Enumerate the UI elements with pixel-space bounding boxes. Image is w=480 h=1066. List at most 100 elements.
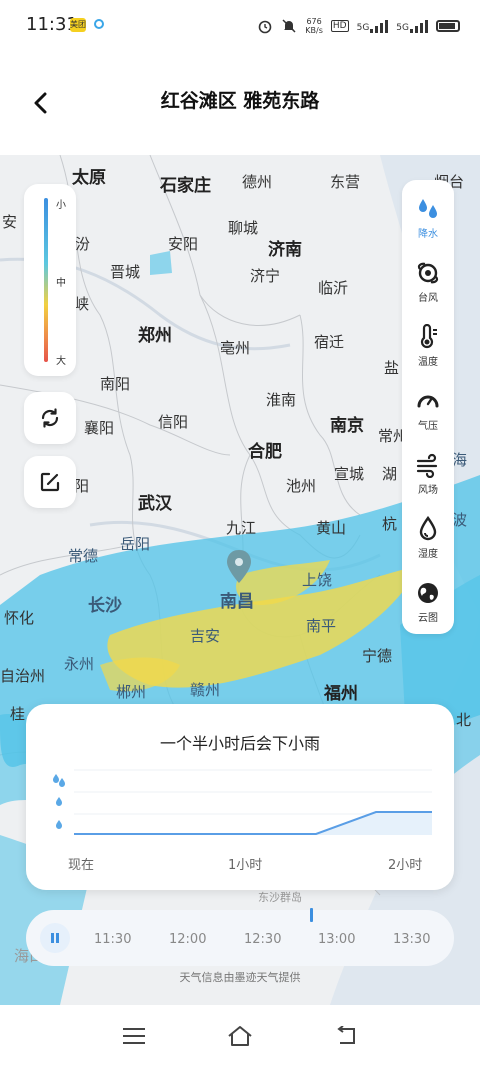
- legend-small: 小: [56, 200, 66, 211]
- layer-precipitation[interactable]: 降水: [402, 190, 454, 246]
- forecast-card: 一个半小时后会下小雨 现在 1小时 2小时: [26, 704, 454, 890]
- city-label: 临沂: [318, 279, 349, 297]
- city-label: 安阳: [168, 235, 199, 253]
- city-label: 长沙: [88, 596, 122, 616]
- axis-label-1h: 1小时: [228, 858, 263, 873]
- city-label: 东沙群岛: [258, 891, 302, 904]
- city-label: 信阳: [158, 413, 189, 431]
- net-speed-unit: KB/s: [305, 26, 323, 35]
- precipitation-curve: [74, 812, 432, 835]
- battery-icon: [436, 20, 460, 32]
- city-label: 聊城: [228, 219, 259, 237]
- data-provider-text: 天气信息由墨迹天气提供: [179, 971, 301, 984]
- layer-cloud-map[interactable]: 云图: [402, 574, 454, 630]
- refresh-icon: [41, 408, 59, 428]
- city-label: 亳州: [220, 339, 251, 357]
- city-label: 波: [452, 511, 468, 529]
- city-label: 黄山: [316, 519, 347, 537]
- precipitation-legend: 小 中 大: [24, 184, 76, 376]
- timeline-time: 11:30: [94, 932, 132, 947]
- status-bar: 11:31 美团 676 KB/s HD 5G 5G: [0, 0, 480, 56]
- humidity-icon: [419, 516, 437, 541]
- city-label: 上饶: [302, 571, 333, 589]
- city-label: 南平: [306, 617, 337, 635]
- city-label: 济南: [268, 240, 302, 260]
- layer-temperature[interactable]: 温度: [402, 318, 454, 374]
- sim2-signal: 5G: [396, 19, 428, 33]
- city-label: 湖: [382, 465, 398, 483]
- city-label: 宿迁: [314, 333, 345, 351]
- net-speed-value: 676: [306, 17, 322, 26]
- city-label: 合肥: [248, 442, 282, 462]
- layer-label: 温度: [418, 357, 438, 368]
- legend-medium: 中: [56, 278, 66, 289]
- alarm-icon: [258, 20, 272, 34]
- hd-badge: HD: [330, 20, 349, 32]
- layer-label: 台风: [418, 293, 438, 304]
- layer-label: 湿度: [418, 549, 438, 560]
- city-label: 南阳: [100, 375, 131, 393]
- layer-wind[interactable]: 风场: [402, 446, 454, 502]
- menu-button[interactable]: [114, 1021, 154, 1051]
- sim2-label: 5G: [396, 23, 409, 33]
- city-label: 太原: [72, 168, 106, 188]
- city-label: 宁德: [362, 647, 393, 665]
- city-label: 济宁: [250, 267, 281, 285]
- precipitation-icon: [419, 199, 437, 218]
- city-label: 阳: [74, 477, 90, 495]
- pause-button[interactable]: [40, 923, 70, 953]
- system-nav-bar: [0, 1005, 480, 1066]
- typhoon-icon: [417, 262, 439, 284]
- status-indicators: 676 KB/s HD 5G 5G: [257, 14, 460, 38]
- cloud-map-icon: [418, 583, 438, 603]
- layer-label: 云图: [418, 613, 438, 624]
- timeline-time: 12:30: [244, 932, 282, 947]
- layer-label: 降水: [418, 229, 438, 240]
- rain-intensity-icon: [53, 774, 65, 829]
- city-label: 怀化: [4, 609, 35, 627]
- meituan-app-icon: 美团: [70, 18, 86, 32]
- city-label: 晋城: [110, 263, 141, 281]
- city-label: 九江: [226, 519, 257, 537]
- city-label: 宣城: [334, 465, 365, 483]
- city-label: 石家庄: [160, 176, 211, 196]
- city-label: 海: [452, 451, 468, 469]
- city-label: 赣州: [190, 681, 221, 699]
- timeline-time: 13:30: [393, 932, 431, 947]
- wind-icon: [416, 453, 438, 478]
- city-label: 南昌: [220, 592, 254, 612]
- timeline-slider[interactable]: 11:30 12:00 12:30 13:00 13:30: [26, 908, 454, 966]
- layer-label: 气压: [418, 421, 438, 432]
- net-speed: 676 KB/s: [305, 17, 323, 35]
- pressure-icon: [417, 395, 439, 408]
- legend-large: 大: [56, 356, 66, 367]
- refresh-button[interactable]: [24, 392, 76, 444]
- edit-button[interactable]: [24, 456, 76, 508]
- city-label: 东营: [330, 173, 361, 191]
- home-button[interactable]: [220, 1021, 260, 1051]
- city-label: 永州: [64, 655, 95, 673]
- home-icon: [228, 1026, 252, 1046]
- axis-label-2h: 2小时: [388, 858, 423, 873]
- layer-pressure[interactable]: 气压: [402, 382, 454, 438]
- city-label: 南京: [330, 416, 364, 436]
- city-label: 岳阳: [120, 535, 151, 553]
- timeline-current-marker[interactable]: [310, 908, 313, 922]
- city-label: 襄阳: [84, 419, 115, 437]
- back-nav-button[interactable]: [326, 1021, 366, 1051]
- city-label: 自治州: [0, 667, 46, 685]
- city-label: 吉安: [190, 627, 221, 645]
- layer-humidity[interactable]: 湿度: [402, 510, 454, 566]
- header: 红谷滩区 雅苑东路: [0, 56, 480, 152]
- city-label: 安: [2, 213, 18, 231]
- city-label: 北: [456, 711, 472, 729]
- city-label: 杭: [382, 515, 398, 533]
- city-label: 郴州: [116, 683, 147, 701]
- layer-label: 风场: [418, 485, 438, 496]
- city-label: 桂: [10, 705, 26, 723]
- city-label: 福州: [324, 684, 358, 704]
- city-label: 郑州: [138, 326, 172, 346]
- timeline-time: 12:00: [169, 932, 207, 947]
- layer-typhoon[interactable]: 台风: [402, 254, 454, 310]
- sim1-signal: 5G: [357, 19, 389, 33]
